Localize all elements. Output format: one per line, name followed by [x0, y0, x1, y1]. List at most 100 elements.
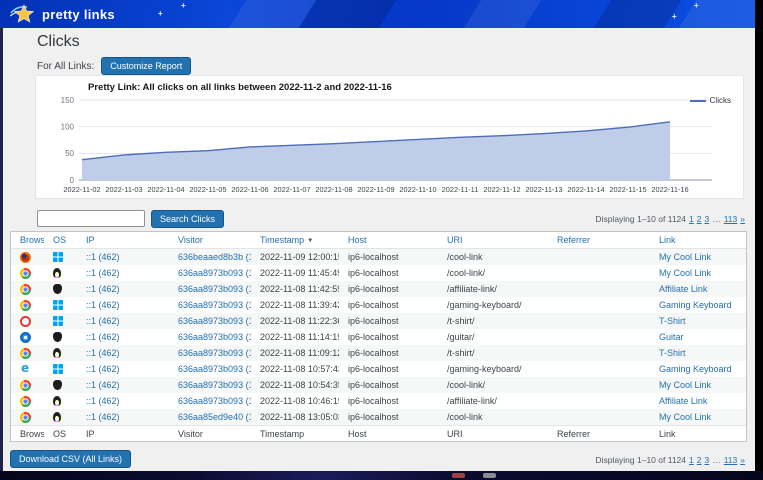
svg-text:2022-11-15: 2022-11-15: [609, 185, 646, 194]
table-body: ::1 (462) 636beaaed8b3b (1) 2022-11-09 1…: [11, 249, 746, 425]
windows-icon: [53, 252, 63, 262]
visitor-link[interactable]: 636aa8973b093 (1): [178, 380, 251, 390]
safari-icon: [20, 332, 31, 343]
pretty-links-clicks-page: pretty links Clicks For All Links: Custo…: [0, 0, 755, 471]
uri-cell: /cool-link: [438, 412, 548, 422]
svg-text:150: 150: [61, 96, 75, 105]
timestamp-cell: 2022-11-08 10:46:19: [251, 396, 339, 406]
ip-link[interactable]: ::1 (462): [86, 252, 120, 262]
pretty-link-link[interactable]: My Cool Link: [659, 380, 711, 390]
svg-text:2022-11-12: 2022-11-12: [483, 185, 520, 194]
search-clicks-button[interactable]: Search Clicks: [151, 210, 224, 228]
table-row: ::1 (462) 636aa8973b093 (1) 2022-11-08 1…: [11, 329, 746, 345]
next-page-link[interactable]: »: [740, 214, 745, 224]
visitor-link[interactable]: 636aa85ed9e40 (1): [178, 412, 251, 422]
svg-text:100: 100: [61, 122, 75, 131]
edge-icon: [20, 364, 31, 375]
visitor-link[interactable]: 636aa8973b093 (1): [178, 316, 251, 326]
bottom-bar-red-indicator: [452, 473, 465, 478]
visitor-link[interactable]: 636beaaed8b3b (1): [178, 252, 251, 262]
uri-cell: /cool-link/: [438, 380, 548, 390]
windows-icon: [53, 316, 63, 326]
uri-cell: /gaming-keyboard/: [438, 364, 548, 374]
ip-link[interactable]: ::1 (462): [86, 396, 120, 406]
host-cell: ip6-localhost: [339, 268, 438, 278]
timestamp-cell: 2022-11-08 11:42:59: [251, 284, 339, 294]
chrome-icon: [20, 380, 31, 391]
ip-link[interactable]: ::1 (462): [86, 364, 120, 374]
page-link-last[interactable]: 113: [724, 214, 738, 224]
visitor-link[interactable]: 636aa8973b093 (1): [178, 300, 251, 310]
pretty-link-link[interactable]: Affiliate Link: [659, 396, 707, 406]
timestamp-cell: 2022-11-09 12:00:15: [251, 252, 339, 262]
ip-link[interactable]: ::1 (462): [86, 316, 120, 326]
table-row: ::1 (462) 636aa8973b093 (1) 2022-11-08 1…: [11, 377, 746, 393]
page-link-3[interactable]: 3: [704, 214, 709, 224]
footer-col-visitor: Visitor: [169, 429, 251, 439]
ip-link[interactable]: ::1 (462): [86, 412, 120, 422]
host-cell: ip6-localhost: [339, 396, 438, 406]
bottom-bar: [0, 471, 763, 480]
uri-cell: /t-shirt/: [438, 316, 548, 326]
col-header-host[interactable]: Host: [348, 235, 367, 245]
host-cell: ip6-localhost: [339, 412, 438, 422]
page-link-1[interactable]: 1: [689, 214, 694, 224]
download-csv-button[interactable]: Download CSV (All Links): [10, 450, 131, 468]
pretty-link-link[interactable]: Affiliate Link: [659, 284, 707, 294]
legend-line-swatch: [690, 100, 706, 102]
page-link-1[interactable]: 1: [689, 455, 694, 465]
ip-link[interactable]: ::1 (462): [86, 348, 120, 358]
ip-link[interactable]: ::1 (462): [86, 380, 120, 390]
visitor-link[interactable]: 636aa8973b093 (1): [178, 332, 251, 342]
footer-col-referrer: Referrer: [548, 429, 650, 439]
table-row: ::1 (462) 636beaaed8b3b (1) 2022-11-09 1…: [11, 249, 746, 265]
filter-row: For All Links: Customize Report: [37, 57, 191, 75]
ip-link[interactable]: ::1 (462): [86, 268, 120, 278]
customize-report-button[interactable]: Customize Report: [101, 57, 191, 75]
opera-icon: [20, 316, 31, 327]
page-link-3[interactable]: 3: [704, 455, 709, 465]
timestamp-cell: 2022-11-08 11:22:36: [251, 316, 339, 326]
linux-icon: [53, 348, 61, 358]
col-header-referrer[interactable]: Referrer: [557, 235, 590, 245]
visitor-link[interactable]: 636aa8973b093 (1): [178, 268, 251, 278]
col-header-uri[interactable]: URI: [447, 235, 463, 245]
pretty-link-link[interactable]: Gaming Keyboard: [659, 364, 732, 374]
svg-text:2022-11-08: 2022-11-08: [315, 185, 352, 194]
pagination-ellipsis: …: [712, 455, 721, 465]
ip-link[interactable]: ::1 (462): [86, 284, 120, 294]
pretty-link-link[interactable]: Guitar: [659, 332, 684, 342]
visitor-link[interactable]: 636aa8973b093 (1): [178, 364, 251, 374]
col-header-ip[interactable]: IP: [86, 235, 95, 245]
visitor-link[interactable]: 636aa8973b093 (1): [178, 348, 251, 358]
svg-text:0: 0: [70, 176, 75, 185]
pretty-link-link[interactable]: T-Shirt: [659, 348, 686, 358]
next-page-link[interactable]: »: [740, 455, 745, 465]
ip-link[interactable]: ::1 (462): [86, 300, 120, 310]
displaying-count: Displaying 1–10 of 1124: [595, 455, 686, 465]
page-link-2[interactable]: 2: [697, 214, 702, 224]
table-row: ::1 (462) 636aa8973b093 (1) 2022-11-08 1…: [11, 361, 746, 377]
timestamp-cell: 2022-11-09 11:45:49: [251, 268, 339, 278]
svg-text:2022-11-07: 2022-11-07: [273, 185, 310, 194]
pretty-link-link[interactable]: T-Shirt: [659, 316, 686, 326]
search-input[interactable]: [37, 210, 145, 227]
col-header-link[interactable]: Link: [659, 235, 676, 245]
pretty-link-link[interactable]: Gaming Keyboard: [659, 300, 732, 310]
visitor-link[interactable]: 636aa8973b093 (1): [178, 284, 251, 294]
col-header-os[interactable]: OS: [53, 235, 66, 245]
col-header-visitor[interactable]: Visitor: [178, 235, 203, 245]
pretty-link-link[interactable]: My Cool Link: [659, 412, 711, 422]
visitor-link[interactable]: 636aa8973b093 (1): [178, 396, 251, 406]
page-link-2[interactable]: 2: [697, 455, 702, 465]
table-row: ::1 (462) 636aa8973b093 (1) 2022-11-09 1…: [11, 265, 746, 281]
col-header-browser[interactable]: Browser: [20, 235, 44, 245]
col-header-timestamp[interactable]: Timestamp: [260, 235, 304, 245]
clicks-table: Browser OS IP Visitor Timestamp▼ Host UR…: [10, 231, 747, 442]
sparkle-icon: [672, 13, 677, 21]
pretty-link-link[interactable]: My Cool Link: [659, 268, 711, 278]
pretty-link-link[interactable]: My Cool Link: [659, 252, 711, 262]
pretty-links-logo: pretty links: [10, 3, 115, 25]
page-link-last[interactable]: 113: [724, 455, 738, 465]
ip-link[interactable]: ::1 (462): [86, 332, 120, 342]
